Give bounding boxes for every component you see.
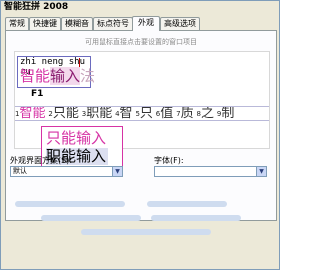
- blurred-row: [147, 201, 227, 207]
- blurred-row: [41, 215, 141, 221]
- candidate-text: 智能: [19, 106, 46, 121]
- font-label: 字体(F):: [154, 156, 184, 165]
- candidate-item[interactable]: 9制: [217, 106, 235, 121]
- scheme-label: 外观界面方案(S):: [10, 156, 73, 165]
- hotkey-label: F1: [31, 89, 44, 99]
- chevron-down-icon[interactable]: ▼: [256, 167, 266, 176]
- candidate-text: 只能: [52, 106, 79, 121]
- preview-area: zhi neng shu ru 智能输入法 F1 1智能 2只能 3职能 4智 …: [14, 51, 270, 168]
- candidate-item[interactable]: 2只能: [48, 106, 79, 121]
- candidate-text: 质: [180, 106, 194, 121]
- composition-text: 智能输入法: [20, 67, 96, 85]
- candidate-item[interactable]: 3职能: [82, 106, 113, 121]
- settings-window: 智能狂拼 2008 常规 快捷键 模糊音 标点符号 外观 高级选项 可用鼠标直接…: [0, 0, 280, 270]
- tab-punctuation[interactable]: 标点符号: [93, 17, 133, 30]
- candidate-text: 只: [139, 106, 153, 121]
- candidate-item[interactable]: 1智能: [15, 106, 46, 121]
- chevron-down-icon[interactable]: ▼: [112, 167, 122, 176]
- blurred-row: [81, 229, 211, 235]
- candidate-item[interactable]: 7质: [176, 106, 194, 121]
- composition-window[interactable]: zhi neng shu ru 智能输入法: [17, 56, 95, 88]
- tab-fuzzy[interactable]: 模糊音: [61, 17, 93, 30]
- candidate-text: 智: [119, 106, 133, 121]
- scheme-value: 默认: [13, 167, 27, 175]
- tab-advanced[interactable]: 高级选项: [160, 17, 200, 30]
- vertical-candidate-1[interactable]: 只能输入: [46, 130, 106, 147]
- candidate-text: 职能: [86, 106, 113, 121]
- scheme-select[interactable]: 默认 ▼: [10, 166, 123, 177]
- composition-text-pending: 法: [80, 67, 96, 85]
- tab-general[interactable]: 常规: [5, 17, 29, 30]
- candidate-item[interactable]: 8之: [197, 106, 214, 121]
- candidate-item[interactable]: 6值: [156, 106, 174, 121]
- candidate-text: 制: [221, 106, 235, 121]
- blurred-row: [151, 215, 241, 221]
- candidate-text: 之: [200, 106, 214, 121]
- candidate-bar[interactable]: 1智能 2只能 3职能 4智 5只 6值 7质 8之 9制: [15, 106, 269, 121]
- candidate-text: 值: [160, 106, 174, 121]
- preview-hint: 可用鼠标直接点击要设置的窗口项目: [85, 38, 197, 46]
- composition-text-selected: 输入: [50, 67, 81, 85]
- window-title: 智能狂拼 2008: [1, 1, 279, 14]
- tab-appearance[interactable]: 外观: [132, 16, 160, 31]
- tab-strip: 常规 快捷键 模糊音 标点符号 外观 高级选项: [5, 16, 277, 31]
- candidate-item[interactable]: 4智: [115, 106, 133, 121]
- appearance-panel: 可用鼠标直接点击要设置的窗口项目 zhi neng shu ru 智能输入法 F…: [5, 30, 277, 221]
- composition-text-converted: 智能: [20, 67, 51, 85]
- tab-hotkeys[interactable]: 快捷键: [29, 17, 61, 30]
- candidate-item[interactable]: 5只: [135, 106, 153, 121]
- font-select[interactable]: ▼: [154, 166, 267, 177]
- blurred-row: [15, 201, 125, 207]
